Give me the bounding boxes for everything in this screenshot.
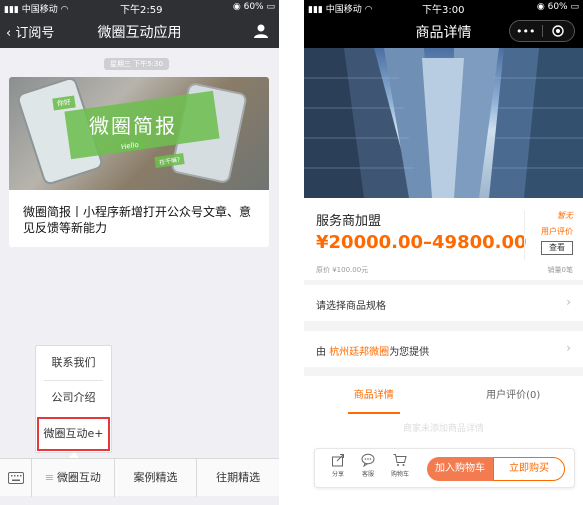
alarm-icon: ◉ [536,2,545,12]
page-title: 微圈互动应用 [97,25,182,41]
share-button[interactable]: 分享 [325,453,351,478]
provider-text: 由 杭州廷邦微圈为您提供 [316,347,430,358]
close-miniprogram-button[interactable] [543,21,575,41]
buy-now-button[interactable]: 立即购买 [493,457,565,481]
message-timestamp: 星期三 下午5:30 [104,58,169,70]
bottom-menu-bar: ≡ 微圈互动 案例精选 往期精选 [0,458,279,497]
keyboard-toggle-button[interactable] [0,459,32,497]
sales-count: 销量0笔 [547,266,573,274]
alarm-icon: ◉ [232,2,241,12]
view-reviews-button[interactable]: 查看 [541,241,573,255]
spec-selector-row[interactable]: 请选择商品规格 › [304,285,583,321]
chevron-right-icon: › [566,341,571,355]
article-card[interactable]: 微圈简报 你好 Hello 在干嘛? 微圈简报丨小程序新增打开公众号文章、意见反… [9,77,269,247]
more-button[interactable]: ••• [510,21,542,41]
provider-name: 杭州廷邦微圈 [329,347,390,358]
tab-product-details[interactable]: 商品详情 [304,376,444,418]
status-bar: ▮▮▮ 中国移动 ◠ 下午3:00 ◉ 60% ▭ [304,0,583,16]
keyboard-icon [7,472,24,484]
product-name: 服务商加盟 [316,214,382,229]
battery-indicator: ◉ 60% ▭ [232,2,275,12]
add-to-cart-button[interactable]: 加入购物车 [427,457,493,481]
menu-button-weiquan[interactable]: ≡ 微圈互动 [32,459,115,497]
detail-tabs: 商品详情 用户评价(0) [304,376,583,418]
submenu-item-contact-us[interactable]: 联系我们 [36,346,111,380]
cart-icon [393,454,407,466]
customer-service-button[interactable]: 客服 [355,453,381,478]
menu-list-icon: ≡ [44,471,54,484]
battery-indicator: ◉ 60% ▭ [536,2,579,12]
more-dots-icon: ••• [516,24,536,38]
share-icon [332,454,344,467]
product-price: ¥20000.00–49800.00 [316,232,527,253]
purchase-action-bar: 分享 客服 购物车 加入购物车 立即购买 [314,448,575,488]
divider [524,210,525,260]
cover-banner-text: 微圈简报 [89,114,177,138]
battery-icon: ▭ [266,2,275,12]
submenu-item-company-intro[interactable]: 公司介绍 [36,381,111,415]
user-profile-icon[interactable] [253,23,269,39]
original-price: 原价 ¥100.00元 [316,266,369,274]
detail-placeholder-text: 商家未添加商品详情 [402,424,484,434]
product-detail-screen: ▮▮▮ 中国移动 ◠ 下午3:00 ◉ 60% ▭ 商品详情 ••• 服务商加盟… [304,0,583,505]
submenu-item-weiquan-eplus[interactable]: 微圈互动e+ [37,417,110,451]
rating-status: 暂无 [557,211,573,220]
cover-tag: Hello [116,139,144,153]
cart-button[interactable]: 购物车 [387,453,413,478]
product-hero-image [304,48,583,198]
rating-label: 用户评价 [541,227,573,236]
miniprogram-capsule: ••• [509,20,575,42]
wechat-chat-screen: ▮▮▮ 中国移动 ◠ 下午2:59 ◉ 60% ▭ ‹ 订阅号 微圈互动应用 星… [0,0,279,505]
article-cover-image: 微圈简报 你好 Hello 在干嘛? [9,77,269,190]
submenu-popup: 联系我们 公司介绍 微圈互动e+ [35,345,112,453]
menu-button-past-issues[interactable]: 往期精选 [197,459,279,497]
status-bar: ▮▮▮ 中国移动 ◠ 下午2:59 ◉ 60% ▭ [0,0,279,16]
spec-selector-label: 请选择商品规格 [316,301,386,312]
menu-button-cases[interactable]: 案例精选 [115,459,198,497]
battery-icon: ▭ [570,2,579,12]
product-info-panel: 服务商加盟 ¥20000.00–49800.00 原价 ¥100.00元 暂无 … [304,198,583,280]
nav-bar: ‹ 订阅号 微圈互动应用 [0,14,279,48]
chat-icon [361,453,375,467]
close-circle-icon [552,25,564,37]
nav-bar: 商品详情 ••• [304,14,583,48]
provider-row[interactable]: 由 杭州廷邦微圈为您提供 › [304,331,583,367]
chevron-right-icon: › [566,295,571,309]
article-title: 微圈简报丨小程序新增打开公众号文章、意见反馈等新能力 [23,205,252,235]
skyscrapers-illustration [304,48,583,198]
tab-user-reviews[interactable]: 用户评价(0) [444,376,583,418]
